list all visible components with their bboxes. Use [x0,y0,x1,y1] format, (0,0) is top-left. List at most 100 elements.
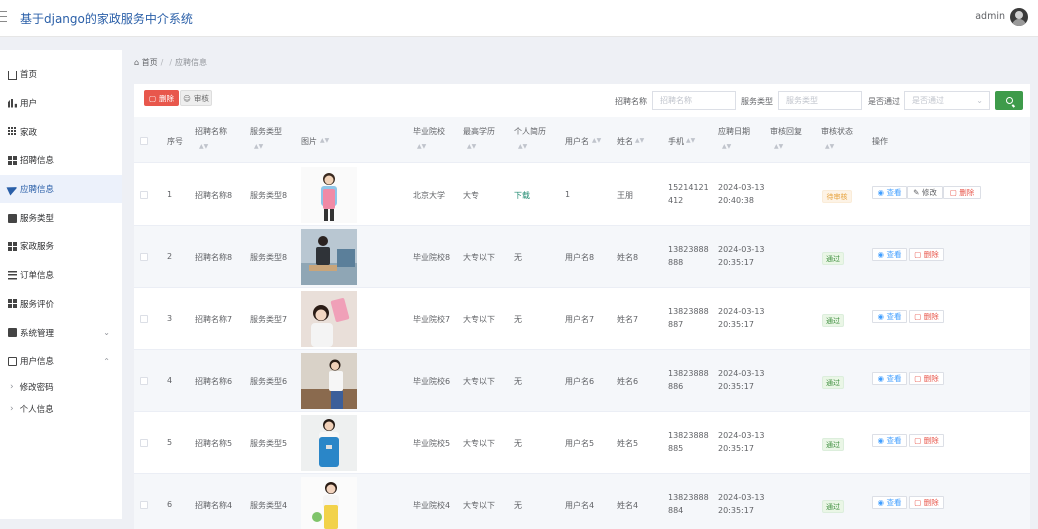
delete-row-button[interactable]: ▢ 删除 [909,310,944,323]
row-checkbox[interactable] [140,501,148,509]
view-button[interactable]: ◉ 查看 [872,434,907,447]
cell-no: 5 [167,438,173,447]
sidebar-item-system-management[interactable]: 系统管理 ⌄ [0,318,122,347]
delete-row-button[interactable]: ▢ 删除 [909,248,944,261]
delete-row-button[interactable]: ▢ 删除 [909,434,944,447]
sort-icon[interactable]: ▲▼ [825,143,834,150]
row-checkbox[interactable] [140,377,148,385]
sort-icon[interactable]: ▲▼ [467,143,476,150]
delete-row-button[interactable]: ▢ 删除 [943,186,981,199]
view-button[interactable]: ◉ 查看 [872,186,907,199]
cell-name: 姓名6 [617,377,639,386]
cell-username: 用户名7 [565,315,595,324]
col-header-image[interactable]: 图片 [301,136,317,147]
applicant-photo[interactable] [301,229,357,285]
pass-status-select[interactable]: 是否通过 ⌄ [904,91,990,110]
sidebar-item-order-info[interactable]: 订单信息 [0,261,122,290]
col-header-date[interactable]: 应聘日期 [718,126,750,137]
edit-button[interactable]: ✎ 修改 [907,186,943,199]
applicant-photo[interactable] [301,415,357,471]
sidebar-item-recruit-info[interactable]: 招聘信息 [0,146,122,175]
col-header-phone[interactable]: 手机 [668,136,684,147]
view-button[interactable]: ◉ 查看 [872,496,907,509]
select-all-checkbox[interactable] [140,137,148,145]
view-button[interactable]: ◉ 查看 [872,310,907,323]
cell-title: 招聘名称8 [195,191,233,200]
cell-school: 毕业院校8 [413,253,451,262]
col-header-username[interactable]: 用户名 [565,136,589,147]
menu-icon[interactable] [0,11,8,23]
sidebar-item-service-type[interactable]: 服务类型 [0,203,122,232]
row-checkbox[interactable] [140,315,148,323]
col-header-actions: 操作 [872,137,888,146]
apps-icon [8,299,17,309]
sidebar-subitem-change-password[interactable]: › 修改密码 [0,376,122,398]
sidebar-item-apply-info[interactable]: 应聘信息 [0,174,122,204]
sort-icon[interactable]: ▲▼ [635,137,644,144]
sidebar-item-label: 服务类型 [20,213,55,224]
breadcrumb-home[interactable]: 首页 [142,58,158,67]
user-name[interactable]: admin [975,11,1005,22]
sidebar-item-home[interactable]: 首页 [0,60,122,89]
cell-name: 姓名8 [617,253,639,262]
sort-icon[interactable]: ▲▼ [254,143,263,150]
cell-education: 大专以下 [463,377,495,386]
apps-icon [8,241,17,251]
sort-icon[interactable]: ▲▼ [774,143,783,150]
delete-row-button[interactable]: ▢ 删除 [909,372,944,385]
applicant-photo[interactable] [301,167,357,223]
status-badge: 通过 [822,500,844,513]
sort-icon[interactable]: ▲▼ [417,143,426,150]
avatar[interactable] [1010,8,1028,26]
col-header-service[interactable]: 服务类型 [250,126,282,137]
status-badge: 通过 [822,314,844,327]
sidebar-item-housekeeping-service[interactable]: 家政服务 [0,232,122,261]
applicant-photo[interactable] [301,477,357,529]
view-button[interactable]: ◉ 查看 [872,248,907,261]
cell-phone: 13823888888 [668,245,709,267]
view-button[interactable]: ◉ 查看 [872,372,907,385]
col-header-resume[interactable]: 个人简历 [514,126,546,137]
col-header-name[interactable]: 姓名 [617,136,633,147]
delete-button-label: 删除 [159,93,175,103]
sort-icon[interactable]: ▲▼ [592,137,601,144]
sidebar-subitem-profile[interactable]: › 个人信息 [0,398,122,420]
view-label: 查看 [886,436,902,445]
resume-download-link[interactable]: 下载 [514,190,530,201]
trash-icon: ▢ [914,312,922,321]
sort-icon[interactable]: ▲▼ [686,137,695,144]
row-checkbox[interactable] [140,253,148,261]
delete-row-button[interactable]: ▢ 删除 [909,496,944,509]
cell-date: 2024-03-13 20:35:17 [718,369,765,391]
col-header-status[interactable]: 审核状态 [821,126,853,137]
sort-icon[interactable]: ▲▼ [320,137,329,144]
audit-button[interactable]: ☺ 审核 [180,90,212,106]
sidebar-item-service-review[interactable]: 服务评价 [0,290,122,319]
applicant-photo[interactable] [301,291,357,347]
sidebar-item-users[interactable]: 用户 [0,89,122,118]
col-header-education[interactable]: 最高学历 [463,126,495,137]
cell-no: 3 [167,314,173,323]
sort-icon[interactable]: ▲▼ [199,143,208,150]
delete-button[interactable]: ▢ 删除 [144,90,179,106]
applicant-photo[interactable] [301,353,357,409]
cell-username: 用户名8 [565,253,595,262]
title-search-input[interactable]: 招聘名称 [652,91,736,110]
search-icon [1005,97,1013,104]
row-checkbox[interactable] [140,191,148,199]
filter-label-title: 招聘名称 [615,97,647,106]
search-button[interactable] [995,91,1023,110]
sort-icon[interactable]: ▲▼ [518,143,527,150]
col-header-reply[interactable]: 审核回复 [770,126,802,137]
sidebar-item-housekeeping[interactable]: 家政 [0,117,122,146]
filter-label-pass: 是否通过 [868,97,900,106]
col-header-school[interactable]: 毕业院校 [413,126,445,137]
sort-icon[interactable]: ▲▼ [722,143,731,150]
input-placeholder: 招聘名称 [660,96,692,105]
row-checkbox[interactable] [140,439,148,447]
cell-no: 6 [167,500,173,509]
sidebar-item-user-info[interactable]: 用户信息 ⌃ [0,347,122,376]
col-header-title[interactable]: 招聘名称 [195,126,227,137]
trash-icon: ▢ [914,374,922,383]
service-type-input[interactable]: 服务类型 [778,91,862,110]
